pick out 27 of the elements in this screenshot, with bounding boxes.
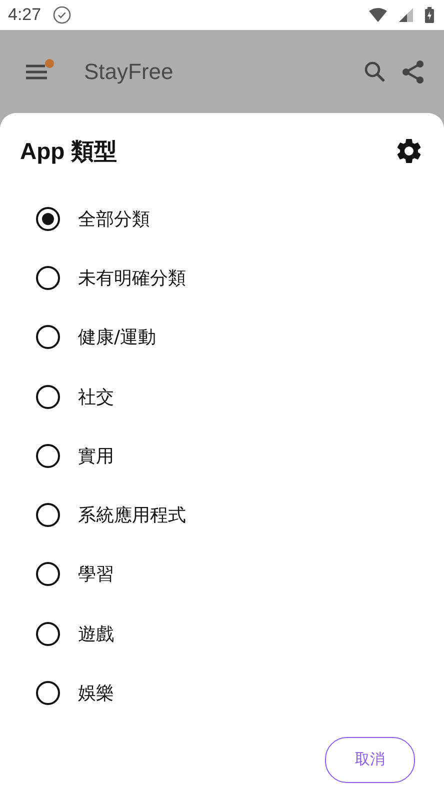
signal-icon: [399, 8, 413, 22]
status-time: 4:27: [8, 5, 42, 25]
cancel-button[interactable]: 取消: [325, 736, 415, 783]
radio-button[interactable]: [36, 562, 60, 586]
option-label: 學習: [78, 563, 114, 586]
battery-icon: [425, 7, 434, 23]
radio-button[interactable]: [36, 681, 60, 706]
menu-icon: [25, 62, 49, 80]
radio-button[interactable]: [36, 325, 60, 350]
option-label: 娛樂: [78, 682, 114, 706]
radio-button[interactable]: [36, 266, 60, 290]
radio-button[interactable]: [36, 444, 60, 468]
option-label: 遊戲: [78, 622, 114, 646]
radio-button[interactable]: [36, 206, 60, 231]
option-label: 全部分類: [78, 208, 150, 231]
option-label: 健康/運動: [78, 326, 156, 350]
app-title: StayFree: [84, 58, 174, 84]
wifi-icon: [369, 8, 387, 22]
radio-button[interactable]: [36, 384, 60, 409]
radio-button[interactable]: [36, 622, 60, 646]
option-label: 實用: [78, 444, 114, 468]
option-label: 系統應用程式: [78, 504, 186, 528]
option-label: 社交: [78, 386, 114, 409]
dialog-title: App 類型: [20, 136, 118, 166]
check-circle-icon: [53, 6, 72, 24]
radio-button[interactable]: [36, 503, 60, 528]
option-label: 未有明確分類: [78, 266, 186, 290]
